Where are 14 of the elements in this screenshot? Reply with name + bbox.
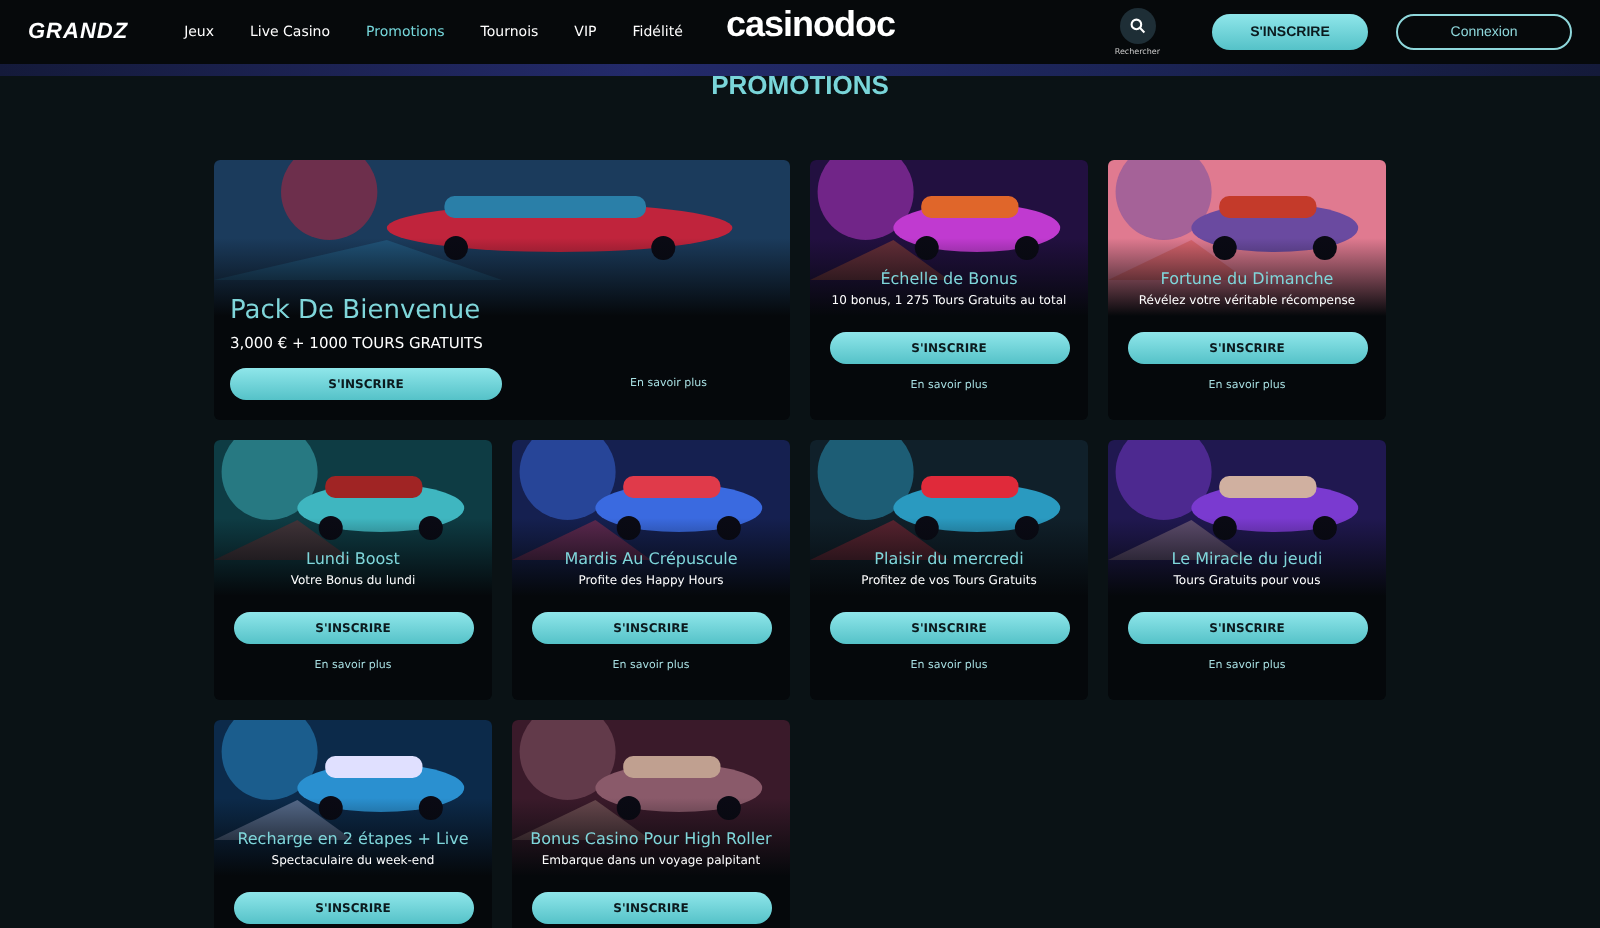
promo-title: Pack De Bienvenue <box>230 296 483 326</box>
promo-title: Bonus Casino Pour High Roller <box>530 830 772 848</box>
promo-title: Lundi Boost <box>306 550 400 568</box>
promo-title: Recharge en 2 étapes + Live <box>237 830 469 848</box>
promo-title: Fortune du Dimanche <box>1160 270 1334 288</box>
search-button[interactable] <box>1119 8 1156 44</box>
search-icon <box>1129 18 1146 34</box>
brand-logo[interactable]: GRANDZ <box>28 20 129 44</box>
promo-title: Le Miracle du jeudi <box>1171 550 1323 568</box>
promo-title: Échelle de Bonus <box>880 270 1018 288</box>
promo-title: Mardis Au Crépuscule <box>564 550 738 568</box>
site-logo[interactable]: casinodoc <box>726 4 896 46</box>
page-title: PROMOTIONS <box>709 76 891 104</box>
promo-title: Plaisir du mercredi <box>874 550 1024 568</box>
